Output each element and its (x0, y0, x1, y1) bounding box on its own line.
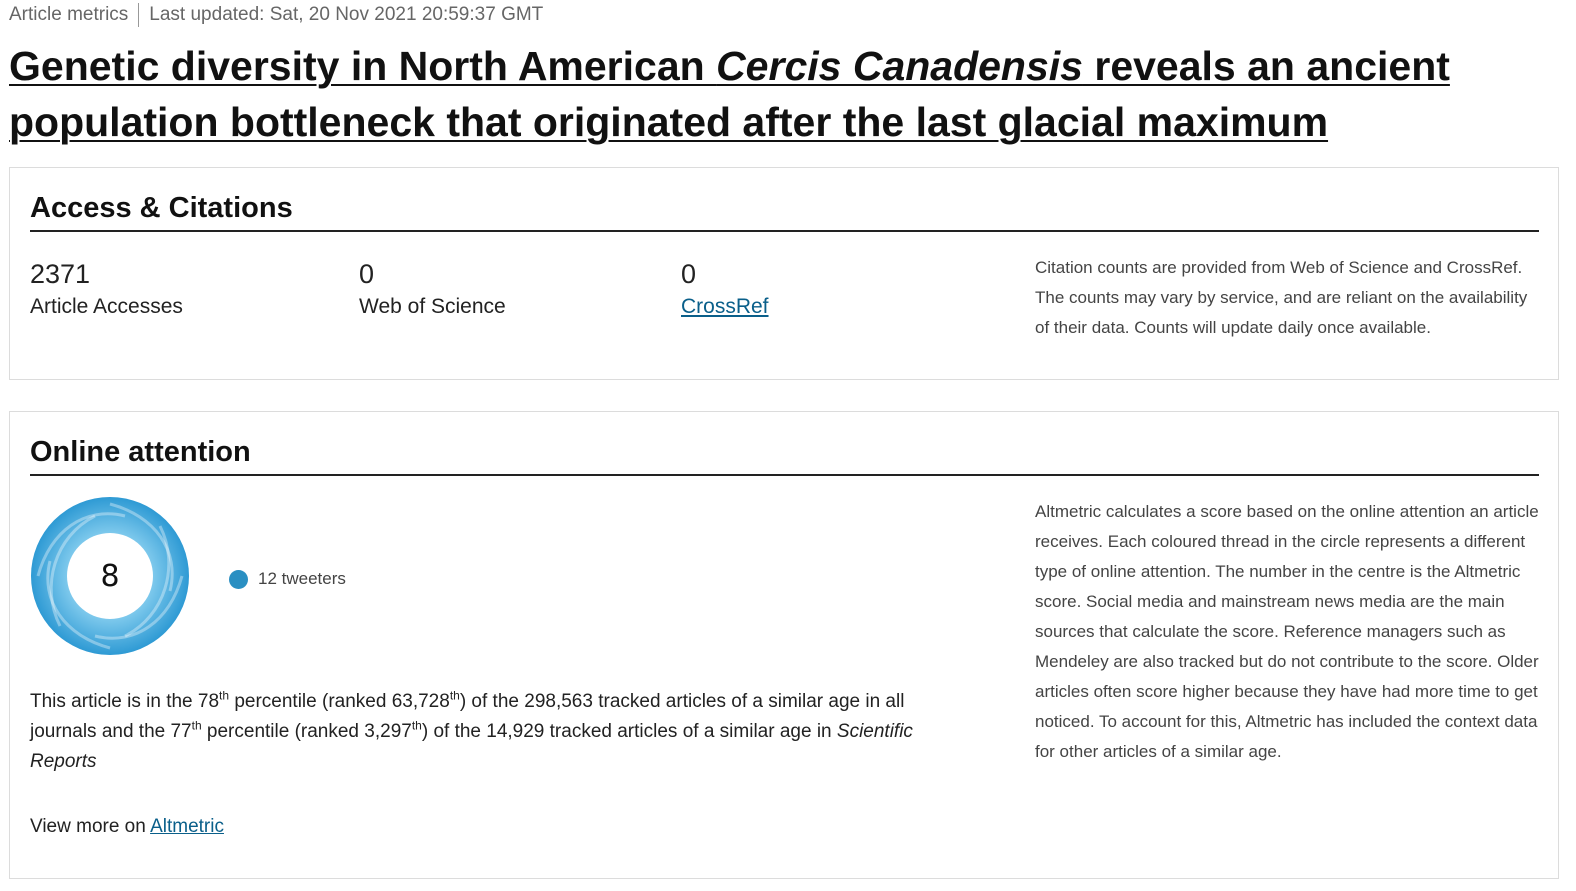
article-metrics-label: Article metrics (9, 4, 129, 25)
metric-crossref: 0 CrossRef (681, 258, 769, 322)
view-more-prefix: View more on (30, 816, 151, 837)
superscript-th: th (411, 718, 422, 733)
meta-separator (138, 3, 140, 27)
legend-label: 12 tweeters (258, 569, 346, 588)
legend-tweeters: 12 tweeters (229, 569, 346, 589)
metric-value: 0 (681, 259, 697, 289)
crossref-link[interactable]: CrossRef (681, 295, 769, 318)
metrics-meta-line: Article metrics Last updated: Sat, 20 No… (9, 3, 543, 27)
percentile-part-2: percentile (ranked 63,728 (229, 691, 450, 712)
metric-label-wrap: CrossRef (681, 292, 769, 322)
percentile-part-5: ) of the 14,929 tracked articles of a si… (421, 721, 837, 742)
percentile-text: This article is in the 78th percentile (… (30, 687, 960, 777)
superscript-th: th (191, 718, 202, 733)
article-title-link[interactable]: Genetic diversity in North American Cerc… (9, 43, 1450, 145)
view-more-line: View more on Altmetric (30, 813, 224, 841)
metric-web-of-science: 0 Web of Science (359, 258, 506, 322)
altmetric-link[interactable]: Altmetric (150, 816, 224, 837)
metric-value: 0 (359, 259, 375, 289)
metric-value: 2371 (30, 259, 91, 289)
percentile-part-1: This article is in the 78 (30, 691, 220, 712)
title-species-italic: Cercis Canadensis (716, 43, 1083, 89)
page-title: Genetic diversity in North American Cerc… (9, 38, 1554, 150)
altmetric-score: 8 (100, 558, 120, 594)
altmetric-donut[interactable]: 8 (30, 496, 190, 656)
access-citations-card: Access & Citations 2371 Article Accesses… (9, 167, 1559, 380)
last-updated-text: Last updated: Sat, 20 Nov 2021 20:59:37 … (149, 4, 544, 25)
title-text-start: Genetic diversity in North American (9, 43, 717, 89)
metric-article-accesses: 2371 Article Accesses (30, 258, 183, 322)
percentile-part-4: percentile (ranked 3,297 (201, 721, 412, 742)
online-attention-heading: Online attention (30, 434, 1539, 476)
metric-label: Web of Science (359, 295, 506, 318)
citation-note: Citation counts are provided from Web of… (1035, 258, 1528, 337)
access-citations-heading: Access & Citations (30, 190, 1539, 232)
metric-label: Article Accesses (30, 295, 183, 318)
twitter-dot-icon (229, 569, 248, 589)
online-attention-card: Online attention 8 12 tweeters This arti… (9, 411, 1559, 879)
superscript-th: th (449, 688, 460, 703)
superscript-th: th (219, 688, 230, 703)
altmetric-note: Altmetric calculates a score based on th… (1035, 502, 1539, 761)
